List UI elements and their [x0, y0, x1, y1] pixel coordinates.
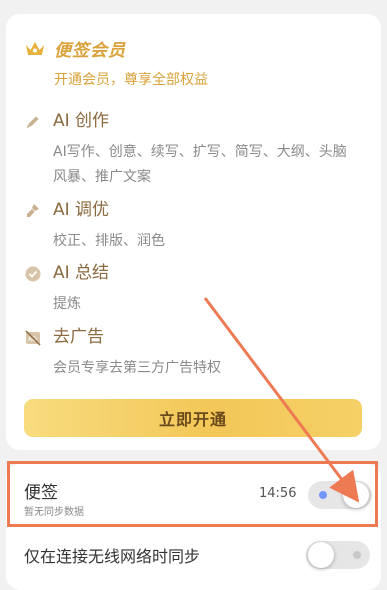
note-sync-time: 14:56: [259, 486, 297, 501]
feature-no-ads: AD 去广告 会员专享去第三方广告特权: [24, 326, 353, 381]
note-sync-toggle[interactable]: [308, 481, 372, 509]
feature-title: AI 调优: [53, 200, 110, 220]
feature-ai-summary: AI 总结 提炼: [24, 262, 353, 317]
sync-settings-card: 便签 暂无同步数据 14:56 仅在连接无线网络时同步: [6, 464, 381, 590]
feature-ai-create: AI 创作 AI写作、创意、续写、扩写、简写、大纲、头脑风暴、推广文案: [24, 110, 353, 190]
note-sync-row[interactable]: 便签 暂无同步数据 14:56: [6, 464, 381, 524]
feature-title: AI 创作: [53, 111, 110, 131]
feature-description: 会员专享去第三方广告特权: [53, 360, 221, 376]
toggle-knob: [343, 482, 369, 508]
feature-description: AI写作、创意、续写、扩写、简写、大纲、头脑风暴、推广文案: [53, 144, 347, 185]
feature-description: 提炼: [53, 296, 81, 312]
feature-ai-tune: AI 调优 校正、排版、润色: [24, 199, 353, 254]
wifi-only-sync-row[interactable]: 仅在连接无线网络时同步: [6, 538, 381, 578]
open-membership-button[interactable]: 立即开通: [24, 399, 362, 437]
toggle-knob: [308, 542, 334, 568]
pen-icon: [26, 116, 39, 129]
feature-title: 去广告: [53, 327, 104, 347]
brush-icon: [27, 204, 39, 217]
membership-header: 便签会员: [24, 36, 126, 61]
membership-title: 便签会员: [54, 41, 126, 61]
feature-description: 校正、排版、润色: [53, 233, 165, 249]
toggle-indicator-dot: [319, 491, 327, 499]
note-sync-title: 便签: [24, 483, 58, 503]
check-circle-icon: [25, 266, 41, 282]
wifi-only-sync-toggle[interactable]: [306, 541, 370, 569]
no-ads-icon: AD: [25, 330, 41, 346]
membership-subtitle: 开通会员，尊享全部权益: [54, 72, 208, 88]
wifi-only-sync-label: 仅在连接无线网络时同步: [24, 547, 201, 566]
crown-icon: [26, 41, 44, 55]
membership-card: 便签会员 开通会员，尊享全部权益 AI 创作 AI写作、创意、续写、扩写、简写、…: [6, 14, 381, 450]
toggle-indicator-dot: [353, 551, 361, 559]
feature-title: AI 总结: [53, 263, 110, 283]
note-sync-status: 暂无同步数据: [24, 507, 84, 518]
